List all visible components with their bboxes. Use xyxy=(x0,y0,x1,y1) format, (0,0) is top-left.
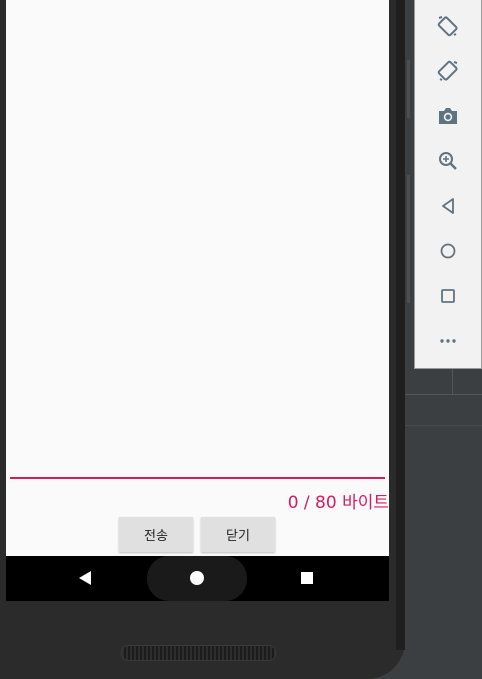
camera-icon xyxy=(439,108,457,124)
toolbar-more-button[interactable] xyxy=(415,321,481,361)
rotate-right-button[interactable] xyxy=(415,51,481,91)
speaker-grille xyxy=(121,645,276,661)
app-screen: 0 / 80 바이트 전송 닫기 xyxy=(6,0,389,556)
home-icon[interactable] xyxy=(190,571,204,585)
rotate-right-icon xyxy=(437,60,458,81)
zoom-icon xyxy=(439,152,457,170)
device-edge xyxy=(396,0,405,650)
zoom-button[interactable] xyxy=(415,141,481,181)
emulator-device-frame: 0 / 80 바이트 전송 닫기 xyxy=(0,0,410,679)
panel-divider xyxy=(452,368,453,394)
android-navigation-bar xyxy=(6,556,389,601)
send-button[interactable]: 전송 xyxy=(119,517,193,552)
rotate-left-icon xyxy=(437,16,458,37)
toolbar-home-button[interactable] xyxy=(415,231,481,271)
screenshot-button[interactable] xyxy=(415,96,481,136)
panel-divider xyxy=(405,425,482,426)
toolbar-back-button[interactable] xyxy=(415,186,481,226)
panel-divider xyxy=(405,394,482,395)
message-input-underline[interactable] xyxy=(10,477,385,479)
close-button[interactable]: 닫기 xyxy=(201,517,275,552)
byte-counter: 0 / 80 바이트 xyxy=(287,493,389,513)
volume-button xyxy=(407,60,410,118)
home-icon xyxy=(440,243,456,259)
overview-icon xyxy=(441,289,455,303)
more-icon xyxy=(440,339,456,343)
back-icon[interactable] xyxy=(79,571,91,585)
back-icon xyxy=(442,198,454,214)
emulator-toolbar xyxy=(414,0,482,369)
recents-icon[interactable] xyxy=(301,572,313,584)
toolbar-overview-button[interactable] xyxy=(415,276,481,316)
rotate-left-button[interactable] xyxy=(415,6,481,46)
power-button xyxy=(407,175,410,303)
